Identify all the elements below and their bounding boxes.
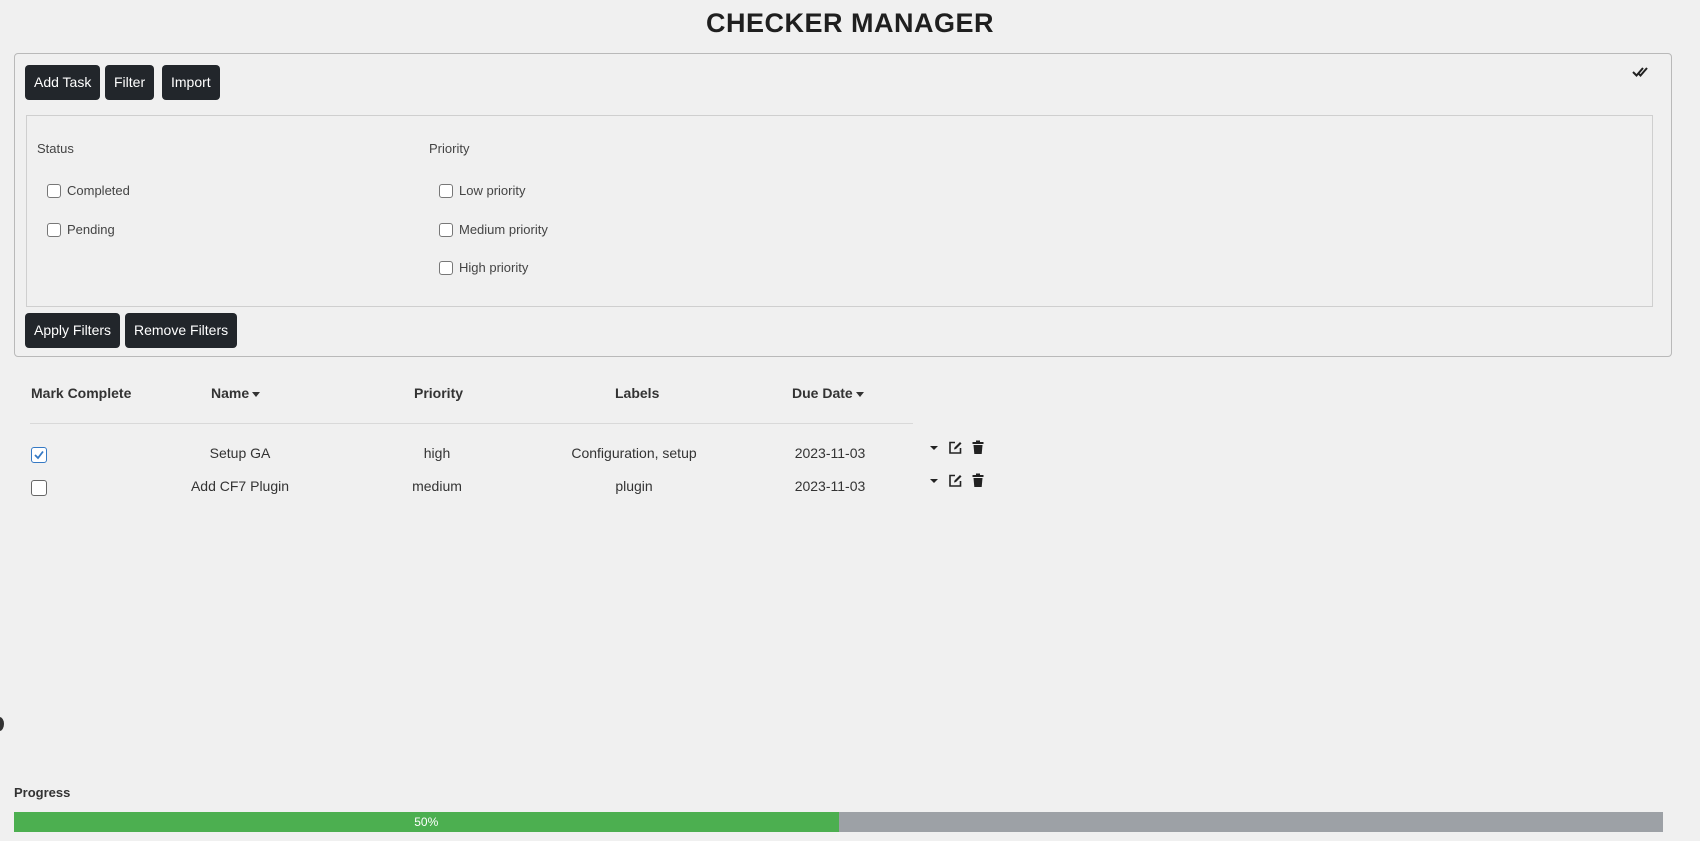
scroll-handle[interactable] <box>0 717 4 731</box>
filter-status-completed[interactable]: Completed <box>47 183 130 198</box>
status-filter-title: Status <box>37 141 74 156</box>
filter-priority-high[interactable]: High priority <box>439 260 528 275</box>
checkbox[interactable] <box>47 222 61 237</box>
edit-icon[interactable] <box>948 440 962 454</box>
caret-down-icon <box>855 391 864 397</box>
filter-button[interactable]: Filter <box>105 65 155 100</box>
double-check-icon[interactable] <box>1632 63 1650 81</box>
task-labels: plugin <box>615 478 653 494</box>
progress-fill: 50% <box>14 812 839 832</box>
header-name[interactable]: Name <box>211 385 261 401</box>
task-labels: Configuration, setup <box>571 445 697 461</box>
edit-icon[interactable] <box>948 473 962 487</box>
mark-complete-checkbox[interactable] <box>31 480 47 496</box>
header-due-date-label: Due Date <box>792 385 853 401</box>
task-priority: high <box>423 445 451 461</box>
progress-label: Progress <box>14 785 71 800</box>
filter-status-pending[interactable]: Pending <box>47 222 115 237</box>
task-name: Setup GA <box>209 445 271 461</box>
mark-complete-checkbox[interactable] <box>31 447 47 463</box>
checkbox[interactable] <box>47 183 61 198</box>
task-name: Add CF7 Plugin <box>190 478 290 494</box>
import-button[interactable]: Import <box>162 65 220 100</box>
filter-option-label: Completed <box>67 183 130 198</box>
filter-option-label: Low priority <box>459 183 526 198</box>
caret-down-icon[interactable] <box>927 441 941 455</box>
caret-down-icon[interactable] <box>927 474 941 488</box>
filter-option-label: High priority <box>459 260 529 275</box>
header-labels: Labels <box>615 385 660 401</box>
task-due-date: 2023-11-03 <box>794 478 866 494</box>
checkbox[interactable] <box>439 222 453 237</box>
apply-filters-button[interactable]: Apply Filters <box>25 313 121 348</box>
priority-filter-title: Priority <box>429 141 470 156</box>
remove-filters-button[interactable]: Remove Filters <box>125 313 238 348</box>
page-title: CHECKER MANAGER <box>705 8 994 38</box>
filter-priority-medium[interactable]: Medium priority <box>439 222 548 237</box>
task-priority: medium <box>412 478 462 494</box>
task-due-date: 2023-11-03 <box>794 445 866 461</box>
filter-option-label: Medium priority <box>459 222 548 237</box>
trash-icon[interactable] <box>971 440 985 454</box>
caret-down-icon <box>252 391 261 397</box>
checkbox[interactable] <box>439 260 453 275</box>
header-mark-complete: Mark Complete <box>31 385 132 401</box>
add-task-button[interactable]: Add Task <box>25 65 101 100</box>
checkbox[interactable] <box>439 183 453 198</box>
filter-options-box: Status Completed Pending Priority Low pr… <box>26 115 1653 307</box>
filter-option-label: Pending <box>67 222 115 237</box>
filter-priority-low[interactable]: Low priority <box>439 183 525 198</box>
trash-icon[interactable] <box>971 473 985 487</box>
header-due-date[interactable]: Due Date <box>792 385 864 401</box>
header-name-label: Name <box>211 385 250 401</box>
progress-bar: 50% <box>14 812 1663 832</box>
filter-panel: Add Task Filter Import Status Completed … <box>14 53 1672 357</box>
table-header-divider <box>30 423 913 424</box>
header-priority: Priority <box>414 385 464 401</box>
